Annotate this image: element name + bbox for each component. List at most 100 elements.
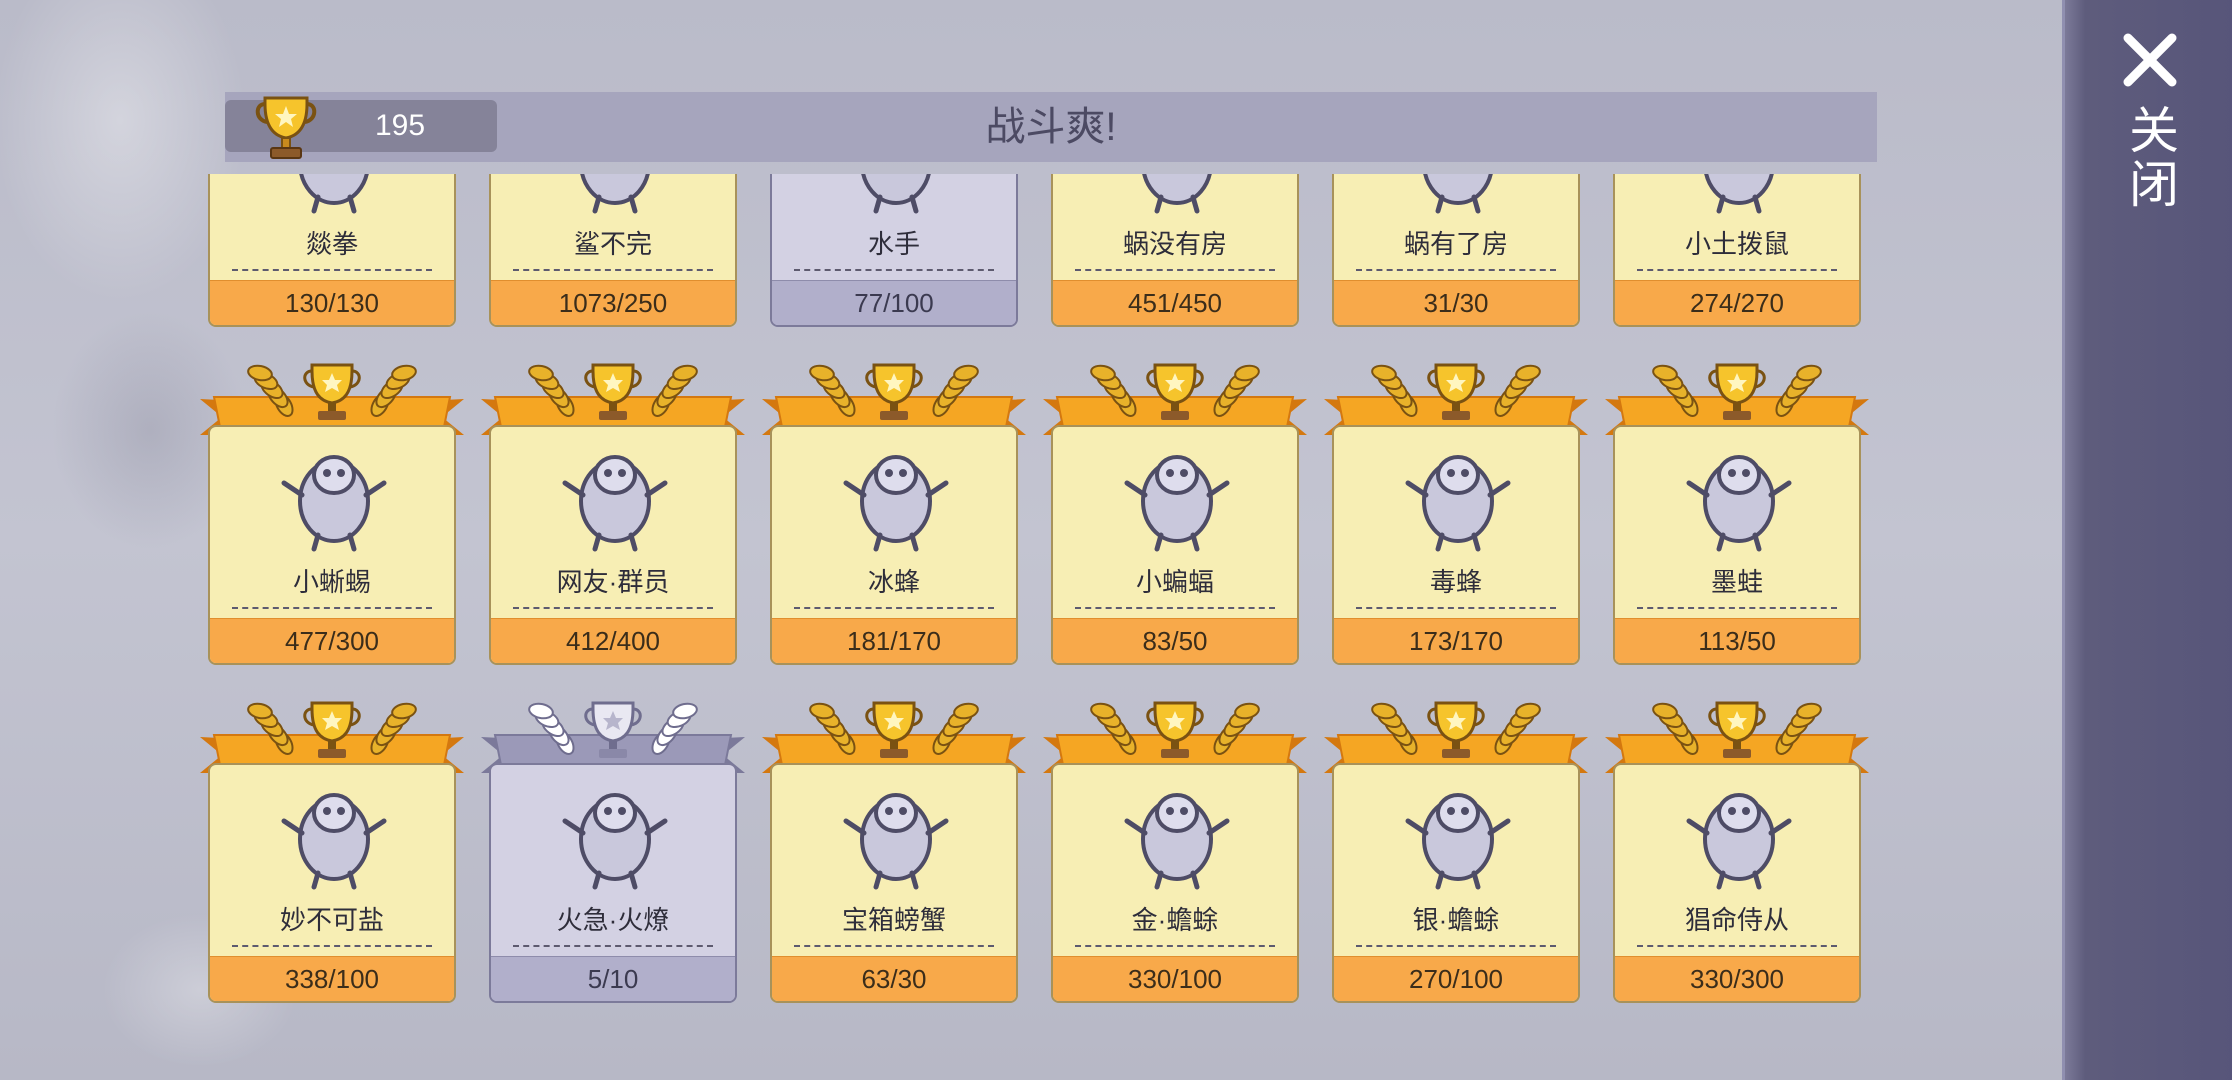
creature-card[interactable]: 蜗有了房 31/30 xyxy=(1324,174,1588,327)
divider xyxy=(1356,269,1556,271)
card-body: 蜗有了房 31/30 xyxy=(1332,174,1580,327)
kill-progress: 31/30 xyxy=(1334,280,1578,325)
creature-card[interactable]: 冰蜂 181/170 xyxy=(762,357,1026,665)
divider xyxy=(1075,269,1275,271)
creature-card[interactable]: 火急·火燎 5/10 xyxy=(481,695,745,1003)
divider xyxy=(1637,607,1837,609)
card-body: 网友·群员 412/400 xyxy=(489,425,737,665)
creature-card[interactable]: 鲨不完 1073/250 xyxy=(481,174,745,327)
kill-progress: 63/30 xyxy=(772,956,1016,1001)
sailor-crab-creature-icon xyxy=(861,174,931,214)
kill-progress: 173/170 xyxy=(1334,618,1578,663)
kill-progress: 338/100 xyxy=(210,956,454,1001)
kill-progress: 113/50 xyxy=(1615,618,1859,663)
creature-card[interactable]: 蜗没有房 451/450 xyxy=(1043,174,1307,327)
kill-progress: 412/400 xyxy=(491,618,735,663)
divider xyxy=(1637,269,1837,271)
kill-progress: 130/130 xyxy=(210,280,454,325)
ice-bee-creature-icon xyxy=(843,455,949,552)
kill-progress: 274/270 xyxy=(1615,280,1859,325)
creature-card[interactable]: 银·蟾蜍 270/100 xyxy=(1324,695,1588,1003)
flame-fist-creature-icon xyxy=(299,174,369,214)
gold-trophy-icon xyxy=(255,96,317,159)
poison-bee-creature-icon xyxy=(1405,455,1511,552)
creature-card[interactable]: 小蝙蝠 83/50 xyxy=(1043,357,1307,665)
spider-creature-icon xyxy=(562,455,668,552)
collection-grid[interactable]: 燚拳 130/130 鲨不完 1073/250 水手 77/100 蜗没有房 4… xyxy=(200,174,1890,1074)
card-body: 鲨不完 1073/250 xyxy=(489,174,737,327)
kill-progress: 477/300 xyxy=(210,618,454,663)
creature-name: 小蝙蝠 xyxy=(1135,567,1214,597)
card-body: 宝箱螃蟹 63/30 xyxy=(770,763,1018,1003)
card-body: 猖命侍从 330/300 xyxy=(1613,763,1861,1003)
fire-bird-creature-icon xyxy=(562,793,668,890)
divider xyxy=(794,945,994,947)
divider xyxy=(1356,945,1556,947)
creature-name: 宝箱螃蟹 xyxy=(841,905,946,935)
divider xyxy=(232,607,432,609)
creature-card[interactable]: 小蜥蜴 477/300 xyxy=(200,357,464,665)
creature-card[interactable]: 水手 77/100 xyxy=(762,174,1026,327)
kill-progress: 451/450 xyxy=(1053,280,1297,325)
creature-card[interactable]: 妙不可盐 338/100 xyxy=(200,695,464,1003)
silver-toad-creature-icon xyxy=(1405,793,1511,890)
card-body: 小蜥蜴 477/300 xyxy=(208,425,456,665)
ink-frog-creature-icon xyxy=(1686,455,1792,552)
creature-card[interactable]: 小土拨鼠 274/270 xyxy=(1605,174,1869,327)
creature-name: 蜗没有房 xyxy=(1122,229,1227,259)
kill-progress: 270/100 xyxy=(1334,956,1578,1001)
creature-name: 网友·群员 xyxy=(556,567,670,597)
divider xyxy=(1637,945,1837,947)
creature-card[interactable]: 毒蜂 173/170 xyxy=(1324,357,1588,665)
divider xyxy=(1075,945,1275,947)
creature-name: 猖命侍从 xyxy=(1684,905,1789,935)
creature-name: 火急·火燎 xyxy=(556,905,670,935)
card-body: 燚拳 130/130 xyxy=(208,174,456,327)
snail-creature-icon xyxy=(1423,174,1493,214)
divider xyxy=(232,269,432,271)
creature-card[interactable]: 燚拳 130/130 xyxy=(200,174,464,327)
creature-name: 水手 xyxy=(867,229,920,259)
creature-name: 蜗有了房 xyxy=(1403,229,1508,259)
creature-card[interactable]: 墨蛙 113/50 xyxy=(1605,357,1869,665)
creature-card[interactable]: 猖命侍从 330/300 xyxy=(1605,695,1869,1003)
creature-name: 毒蜂 xyxy=(1429,567,1482,597)
close-label: 关闭 xyxy=(2122,104,2178,212)
salt-golem-creature-icon xyxy=(281,793,387,890)
card-body: 小土拨鼠 274/270 xyxy=(1613,174,1861,327)
creature-name: 鲨不完 xyxy=(573,229,652,259)
creature-card[interactable]: 网友·群员 412/400 xyxy=(481,357,745,665)
card-body: 妙不可盐 338/100 xyxy=(208,763,456,1003)
card-body: 水手 77/100 xyxy=(770,174,1018,327)
card-body: 毒蜂 173/170 xyxy=(1332,425,1580,665)
feather-servant-creature-icon xyxy=(1686,793,1792,890)
groundhog-creature-icon xyxy=(1704,174,1774,214)
divider xyxy=(794,607,994,609)
card-body: 银·蟾蜍 270/100 xyxy=(1332,763,1580,1003)
close-button[interactable]: 关闭 xyxy=(2100,30,2200,230)
kill-progress: 181/170 xyxy=(772,618,1016,663)
creature-card[interactable]: 金·蟾蜍 330/100 xyxy=(1043,695,1307,1003)
divider xyxy=(513,269,713,271)
lizard-creature-icon xyxy=(281,455,387,552)
divider xyxy=(232,945,432,947)
divider xyxy=(794,269,994,271)
card-body: 冰蜂 181/170 xyxy=(770,425,1018,665)
divider xyxy=(1356,607,1556,609)
slug-creature-icon xyxy=(1142,174,1212,214)
creature-name: 燚拳 xyxy=(305,229,358,259)
kill-progress: 77/100 xyxy=(772,280,1016,325)
creature-card[interactable]: 宝箱螃蟹 63/30 xyxy=(762,695,1026,1003)
kill-progress: 83/50 xyxy=(1053,618,1297,663)
shark-beast-creature-icon xyxy=(580,174,650,214)
creature-name: 小土拨鼠 xyxy=(1684,229,1789,259)
kill-progress: 330/100 xyxy=(1053,956,1297,1001)
page-title: 战斗爽! xyxy=(985,105,1117,149)
creature-name: 小蜥蜴 xyxy=(292,567,371,597)
card-body: 火急·火燎 5/10 xyxy=(489,763,737,1003)
creature-name: 墨蛙 xyxy=(1710,567,1763,597)
bat-creature-icon xyxy=(1124,455,1230,552)
card-body: 墨蛙 113/50 xyxy=(1613,425,1861,665)
divider xyxy=(513,945,713,947)
kill-progress: 330/300 xyxy=(1615,956,1859,1001)
